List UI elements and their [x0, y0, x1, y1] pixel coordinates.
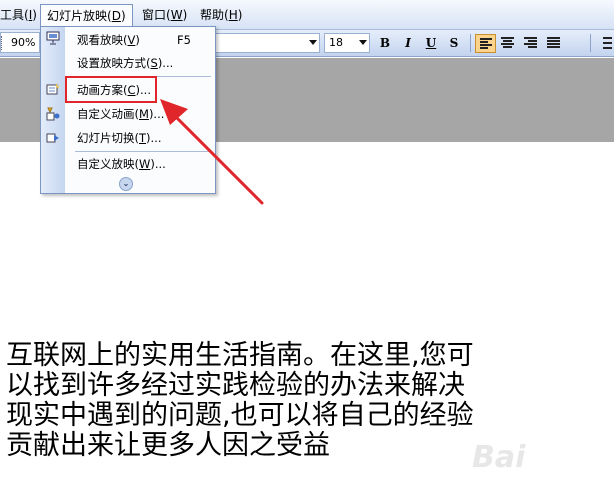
menu-item-set-up-show[interactable]: 设置放映方式(S)... [67, 52, 213, 74]
slideshow-icon [46, 31, 60, 45]
menu-item-label: 幻灯片切换( [77, 131, 139, 145]
menu-item-tail: )... [157, 56, 174, 70]
align-right-icon-line [528, 40, 537, 42]
zoom-combo[interactable]: 90% [0, 32, 40, 53]
menu-help-label: 帮助( [200, 8, 229, 22]
annotation-arrow-icon [160, 99, 264, 205]
menu-item-label: 观看放映( [77, 33, 128, 47]
align-right-icon-line [524, 43, 537, 45]
menu-item-label: 自定义动画( [77, 107, 139, 121]
underline-button[interactable]: U [421, 34, 441, 53]
align-center-icon-line [503, 46, 512, 48]
menu-slideshow-key: D [111, 9, 121, 23]
menu-item-label: 自定义放映( [77, 157, 139, 171]
menu-item-key: M [139, 107, 149, 121]
menu-item-key: T [139, 131, 147, 145]
body-text-line: 现实中遇到的问题,也可以将自己的经验 [6, 400, 474, 431]
menu-window-tail: ) [182, 8, 188, 22]
align-left-button[interactable] [475, 34, 496, 53]
align-center-button[interactable] [498, 34, 519, 53]
menu-help-key: H [228, 8, 238, 22]
numbering-button[interactable] [595, 34, 614, 53]
annotation-highlight-box [65, 76, 157, 103]
menu-help-tail: ) [237, 8, 243, 22]
body-text-line: 以找到许多经过实践检验的办法来解决 [6, 370, 465, 401]
menu-tools-label: 工具( [0, 8, 29, 22]
justify-icon-line [547, 46, 560, 48]
watermark-logo: Bai [472, 440, 526, 475]
toolbar-separator [590, 34, 591, 52]
menu-item-key: W [139, 157, 151, 171]
numbering-icon [603, 37, 612, 39]
align-left-icon-line [480, 44, 492, 46]
menu-slideshow-tail: ) [120, 9, 126, 23]
chevron-down-icon[interactable] [359, 40, 367, 45]
slide-transition-icon [46, 133, 59, 143]
font-name-combo[interactable] [215, 33, 320, 53]
menu-tools[interactable]: 工具(I) [0, 5, 41, 27]
toolbar-separator [470, 34, 471, 52]
menu-window[interactable]: 窗口(W) [138, 5, 191, 27]
menu-item-view-show[interactable]: 观看放映(V) F5 [67, 29, 213, 51]
align-right-icon-line [528, 46, 537, 48]
body-text-line: 互联网上的实用生活指南。在这里,您可 [6, 340, 474, 371]
justify-button[interactable] [544, 34, 565, 53]
menu-help[interactable]: 帮助(H) [196, 5, 246, 27]
font-size-combo[interactable]: 18 [324, 33, 370, 53]
menu-slideshow-label: 幻灯片放映( [47, 9, 112, 23]
expand-chevrons-icon[interactable]: ⌄ [119, 177, 133, 191]
shadow-button[interactable]: S [444, 34, 464, 53]
font-size-value: 18 [329, 36, 343, 49]
menu-window-key: W [170, 8, 183, 22]
align-center-icon-line [501, 43, 514, 45]
justify-icon [547, 37, 560, 39]
align-right-button[interactable] [521, 34, 542, 53]
menu-item-tail: ) [135, 33, 140, 47]
bold-button[interactable]: B [375, 34, 395, 53]
align-left-icon [480, 38, 492, 40]
animation-scheme-icon [46, 83, 60, 95]
align-center-icon-line [503, 40, 512, 42]
align-left-icon-line [480, 41, 488, 43]
menu-window-label: 窗口( [142, 8, 171, 22]
align-left-icon-line [480, 47, 488, 49]
chevron-down-icon[interactable] [309, 40, 317, 45]
menu-item-label: 设置放映方式( [77, 56, 151, 70]
custom-animation-icon [46, 107, 60, 121]
align-center-icon [501, 37, 514, 39]
justify-icon-line [547, 40, 560, 42]
numbering-icon-line [603, 47, 612, 49]
menu-tools-tail: ) [32, 8, 37, 22]
align-right-icon [524, 37, 537, 39]
zoom-value: 90% [11, 36, 36, 49]
menu-item-shortcut: F5 [177, 33, 191, 47]
italic-button[interactable]: I [398, 34, 418, 53]
numbering-icon-line [603, 42, 612, 44]
menu-item-key: S [150, 56, 158, 70]
toolbar-grip[interactable] [1, 36, 5, 50]
justify-icon-line [547, 43, 560, 45]
